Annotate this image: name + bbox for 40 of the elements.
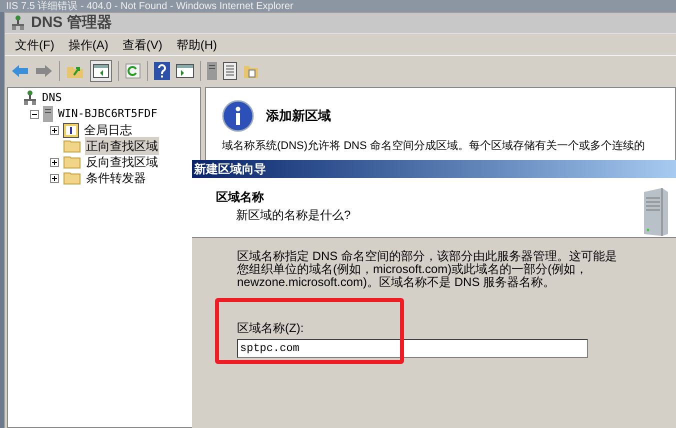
- refresh-icon[interactable]: [125, 62, 141, 78]
- server-icon[interactable]: [207, 62, 217, 80]
- log-book-icon: [63, 122, 79, 138]
- window-title: IIS 7.5 详细错误 - 404.0 - Not Found - Windows Internet Explorer: [6, 0, 294, 12]
- details-text: 域名称系统(DNS)允许将 DNS 命名空间分成区域。每个区域存储有关一个或多个连续的: [222, 140, 646, 153]
- window-pane-icon: [93, 64, 109, 78]
- server-icon: [43, 106, 53, 122]
- server-tower-icon: [642, 188, 670, 236]
- console-tree-button[interactable]: [90, 60, 112, 82]
- menu-item[interactable]: 文件(F): [15, 36, 54, 54]
- collapse-icon[interactable]: [30, 110, 39, 118]
- info-icon: [222, 100, 254, 132]
- action-pane-icon[interactable]: [176, 64, 194, 78]
- menu-item[interactable]: 帮助(H): [176, 36, 217, 54]
- network-icon: [23, 90, 37, 106]
- dialog-heading: 区域名称: [216, 189, 265, 206]
- dialog-subheading: 新区域的名称是什么?: [235, 207, 351, 224]
- tree-item[interactable]: 全局日志: [83, 121, 133, 139]
- folder-icon: [63, 155, 81, 169]
- menu-item[interactable]: 操作(A): [68, 36, 108, 54]
- field-label: 区域名称(Z):: [237, 320, 305, 337]
- zone-name-field[interactable]: sptpc.com: [237, 339, 588, 358]
- folder-icon: [63, 139, 81, 153]
- menu-item[interactable]: 查看(V): [122, 36, 162, 54]
- expand-icon[interactable]: [50, 174, 59, 182]
- dialog-title: 新建区域向导: [193, 161, 266, 178]
- expand-icon[interactable]: [50, 158, 59, 166]
- tree-item[interactable]: 正向查找区域: [85, 137, 159, 155]
- tree-item[interactable]: 反向查找区域: [85, 153, 159, 171]
- details-title: 添加新区域: [266, 107, 331, 126]
- tree-item[interactable]: 条件转发器: [85, 169, 147, 187]
- tree-item[interactable]: DNS: [41, 90, 63, 106]
- help-icon[interactable]: [154, 62, 170, 80]
- tree-item[interactable]: WIN-BJBC6RT5FDF: [57, 106, 158, 122]
- folder-icon: [63, 171, 81, 185]
- list-icon[interactable]: [223, 62, 237, 80]
- dialog-description: 区域名称指定 DNS 命名空间的部分，该部分由此服务器管理。这可能是您组织单位的域名(例如，microsoft.com)或此域名的一部分(例如，newzone.microsoft.com)。区域名称不是 DNS 服务器名称。: [237, 250, 618, 289]
- network-icon: [11, 15, 25, 31]
- expand-icon[interactable]: [50, 126, 59, 134]
- window-title: DNS 管理器: [31, 12, 112, 33]
